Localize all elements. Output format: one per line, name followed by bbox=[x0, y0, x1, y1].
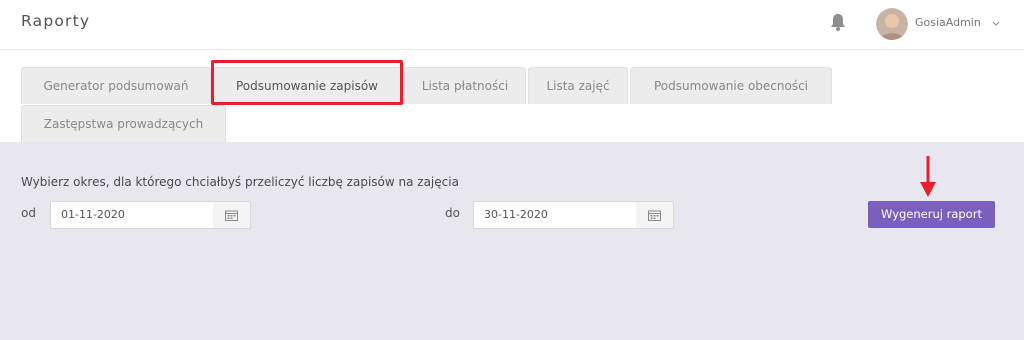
tab-generator-podsumowan[interactable]: Generator podsumowań bbox=[21, 67, 211, 104]
from-calendar-button[interactable] bbox=[213, 201, 251, 229]
chevron-down-icon[interactable] bbox=[992, 21, 1000, 27]
to-label: do bbox=[445, 206, 460, 220]
from-label: od bbox=[21, 206, 36, 220]
tabs-area: Generator podsumowań Podsumowanie zapisó… bbox=[0, 50, 1024, 142]
report-panel bbox=[0, 142, 1024, 340]
calendar-icon bbox=[225, 210, 238, 221]
generate-report-button[interactable]: Wygeneruj raport bbox=[868, 201, 995, 228]
tab-lista-platnosci[interactable]: Lista płatności bbox=[404, 67, 526, 104]
top-bar: Raporty GosiaAdmin bbox=[0, 0, 1024, 50]
avatar[interactable] bbox=[876, 8, 908, 40]
tab-podsumowanie-zapisow[interactable]: Podsumowanie zapisów bbox=[213, 67, 401, 104]
to-date-input[interactable]: 30-11-2020 bbox=[473, 201, 637, 229]
tab-lista-zajec[interactable]: Lista zajęć bbox=[528, 67, 628, 104]
page-title: Raporty bbox=[21, 12, 91, 30]
tab-zastepstwa-prowadzacych[interactable]: Zastępstwa prowadzących bbox=[21, 105, 226, 142]
tab-podsumowanie-obecnosci[interactable]: Podsumowanie obecności bbox=[630, 67, 832, 104]
bell-icon[interactable] bbox=[829, 12, 847, 32]
username[interactable]: GosiaAdmin bbox=[915, 16, 981, 29]
calendar-icon bbox=[648, 210, 661, 221]
to-calendar-button[interactable] bbox=[636, 201, 674, 229]
annotation-arrow bbox=[920, 156, 936, 197]
instruction-text: Wybierz okres, dla którego chciałbyś prz… bbox=[21, 175, 459, 189]
from-date-input[interactable]: 01-11-2020 bbox=[50, 201, 214, 229]
